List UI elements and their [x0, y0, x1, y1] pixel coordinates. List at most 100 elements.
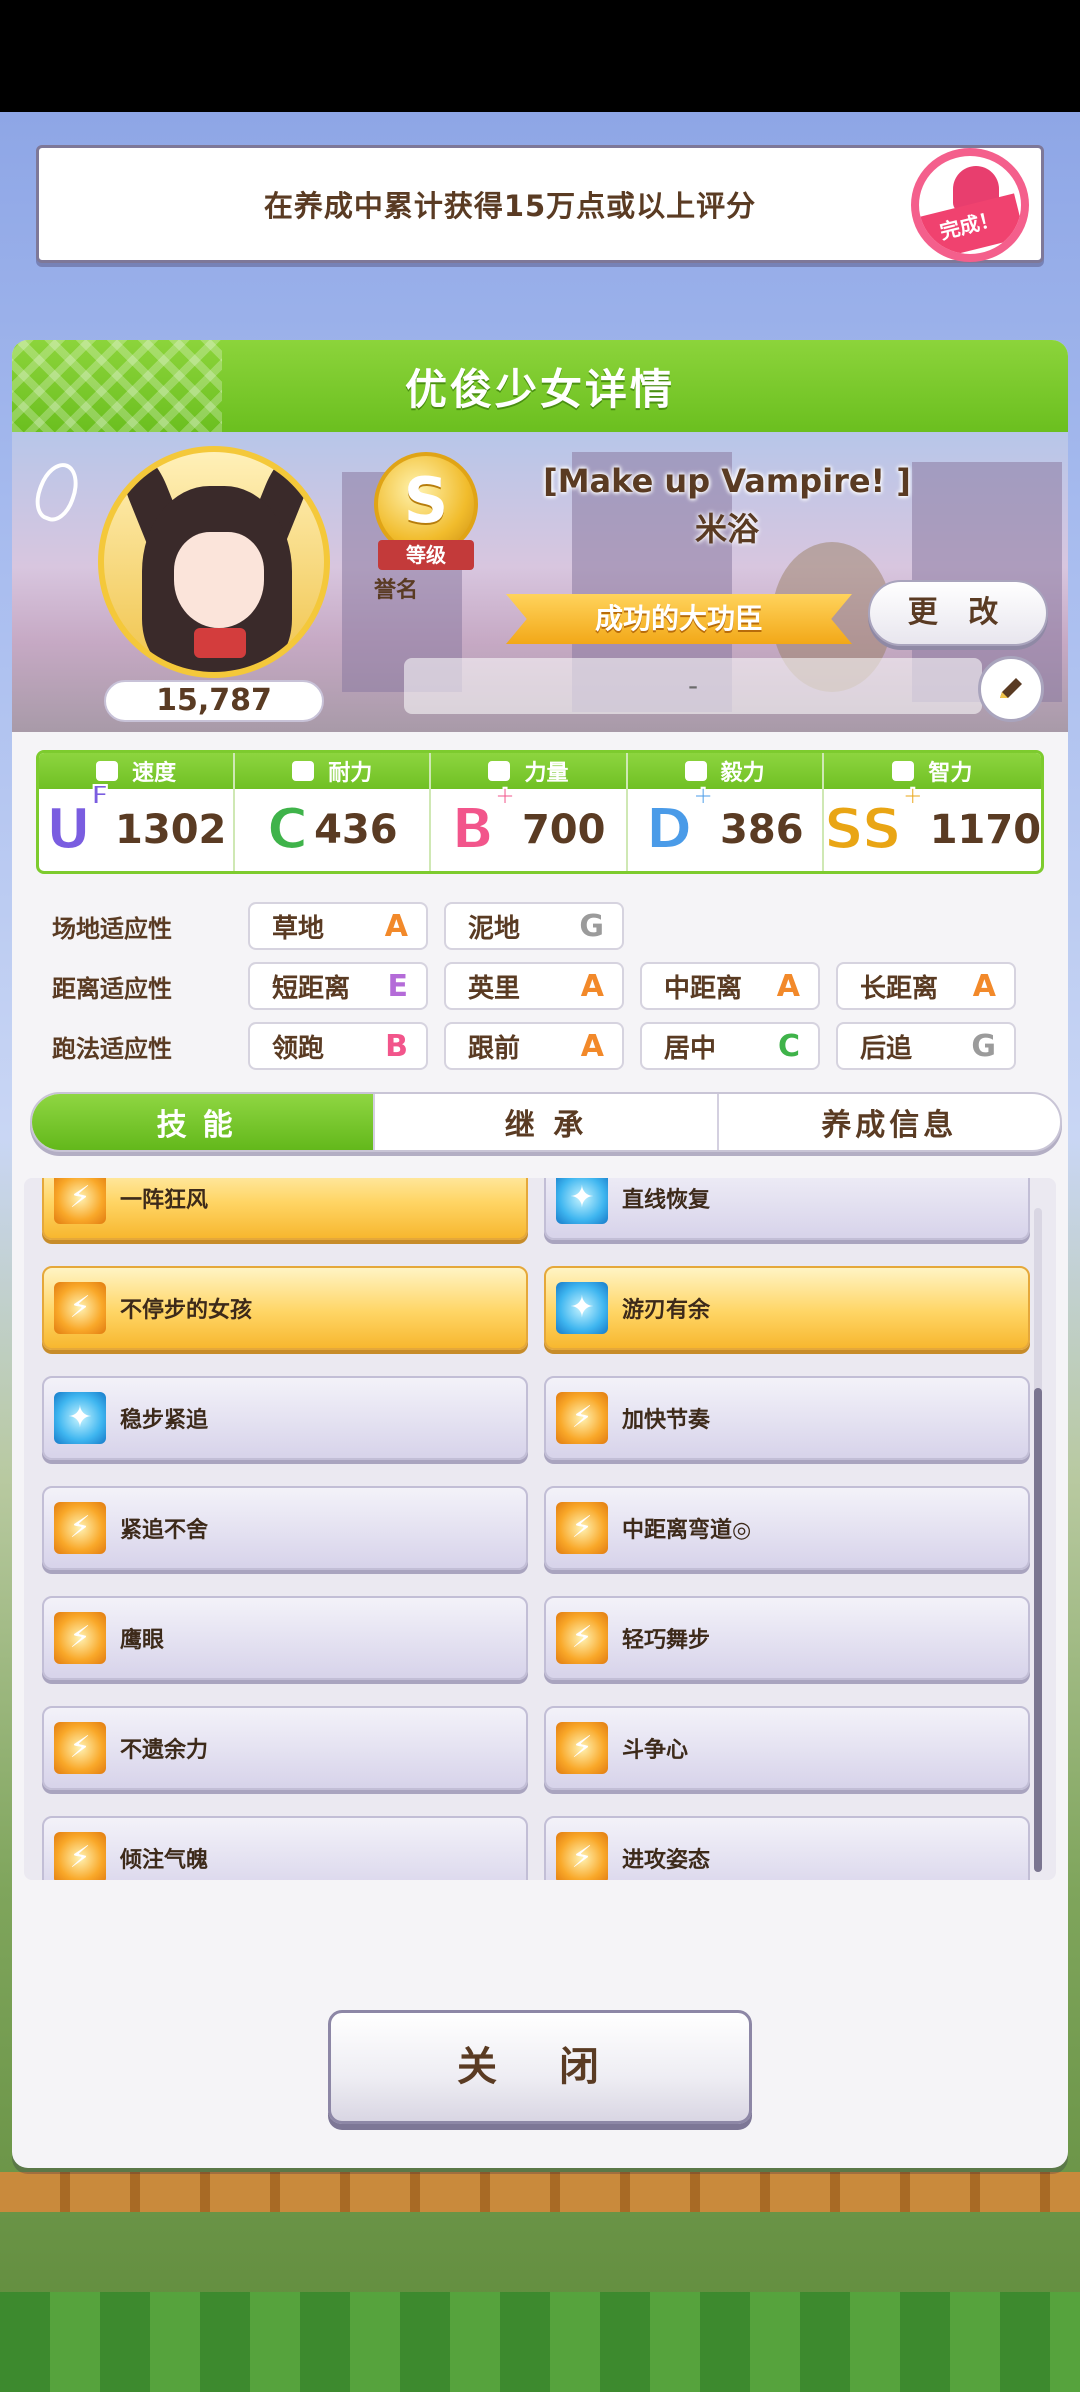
- aptitude-name: 后追: [860, 1033, 913, 1064]
- memo-field[interactable]: -: [404, 658, 982, 714]
- carrot-icon: [28, 457, 86, 527]
- stat-grade-letter: U: [45, 797, 93, 862]
- speed-skill-icon: ⚡: [556, 1502, 608, 1554]
- aptitude-grade: A: [580, 1028, 604, 1064]
- stamp-label: 完成！: [919, 193, 1021, 254]
- stat-grade: B+: [450, 782, 516, 858]
- evaluation-score: 15,787: [104, 680, 324, 722]
- aptitude-table: 场地适应性 草地 A 泥地 G 距离适应性 短距离 E 英里 A 中距离 A 长距离 A 跑法适应性 领跑 B 跟…: [52, 896, 1052, 1076]
- tab-skills[interactable]: 技能: [32, 1094, 376, 1150]
- aptitude-row-label: 距离适应性: [52, 974, 172, 1003]
- skill-name: 紧追不舍: [120, 1518, 209, 1543]
- skill-name: 不遗余力: [120, 1738, 209, 1763]
- stat-grade-letter: B: [450, 797, 495, 862]
- skill-item[interactable]: ⚡ 斗争心: [544, 1706, 1030, 1790]
- stat-grade-letter: C: [266, 797, 309, 862]
- aptitude-grade: E: [387, 968, 409, 1004]
- stat-column: 耐力 C 436: [235, 753, 432, 871]
- skill-list[interactable]: ⚡ 一阵狂风 ✦ 直线恢复 ⚡ 不停步的女孩 ✦ 游刃有余 ✦ 稳步紧追 ⚡ 加快节奏 ⚡ 紧追不舍 ⚡ 中距…: [24, 1178, 1056, 1880]
- skill-name: 轻巧舞步: [622, 1628, 711, 1653]
- stat-icon: [892, 761, 915, 781]
- skill-item[interactable]: ⚡ 中距离弯道◎: [544, 1486, 1030, 1570]
- speed-skill-icon: ⚡: [54, 1832, 106, 1880]
- skill-item[interactable]: ✦ 游刃有余: [544, 1266, 1030, 1350]
- aptitude-cell: 后追 G: [836, 1022, 1016, 1070]
- scrollbar-thumb[interactable]: [1034, 1388, 1042, 1872]
- speed-skill-icon: ⚡: [556, 1392, 608, 1444]
- recovery-skill-icon: ✦: [556, 1178, 608, 1224]
- aptitude-name: 泥地: [468, 913, 521, 944]
- tab-inheritance[interactable]: 继 承: [375, 1094, 719, 1150]
- stat-grade-suffix: +: [901, 781, 925, 812]
- recovery-skill-icon: ✦: [54, 1392, 106, 1444]
- aptitude-grade: C: [777, 1028, 800, 1064]
- aptitude-row-label: 场地适应性: [52, 914, 172, 943]
- aptitude-grade: A: [972, 968, 996, 1004]
- skill-name: 斗争心: [622, 1738, 689, 1763]
- dialog-title: 优俊少女详情: [404, 364, 675, 414]
- skill-item[interactable]: ⚡ 加快节奏: [544, 1376, 1030, 1460]
- edit-memo-button[interactable]: [978, 656, 1044, 722]
- speed-skill-icon: ⚡: [54, 1502, 106, 1554]
- epithet-ribbon: 成功的大功臣: [506, 594, 852, 644]
- skill-item[interactable]: ⚡ 一阵狂风: [42, 1178, 528, 1240]
- tab-training-info[interactable]: 养成信息: [719, 1094, 1060, 1150]
- skill-item[interactable]: ⚡ 进攻姿态: [544, 1816, 1030, 1880]
- skill-name: 不停步的女孩: [120, 1298, 253, 1323]
- skill-name: 进攻姿态: [622, 1848, 711, 1873]
- aptitude-grade: A: [776, 968, 800, 1004]
- aptitude-grade: B: [385, 1028, 408, 1064]
- pencil-icon: [1000, 678, 1022, 698]
- stat-value: 436: [314, 807, 398, 853]
- aptitude-name: 居中: [664, 1033, 717, 1064]
- stat-grade: SS+: [823, 782, 925, 858]
- skill-item[interactable]: ✦ 稳步紧追: [42, 1376, 528, 1460]
- speed-skill-icon: ⚡: [54, 1178, 106, 1224]
- stat-column: 毅力 D+ 386: [627, 753, 824, 871]
- character-avatar[interactable]: [98, 446, 330, 678]
- skill-scrollbar[interactable]: [1034, 1208, 1042, 1872]
- speed-skill-icon: ⚡: [54, 1612, 106, 1664]
- speed-skill-icon: ⚡: [54, 1722, 106, 1774]
- aptitude-grade: G: [579, 908, 604, 944]
- stat-grade-suffix: F: [90, 781, 110, 812]
- change-title-button[interactable]: 更 改: [868, 580, 1048, 646]
- detail-tabs: 技能继 承养成信息: [30, 1092, 1062, 1152]
- stat-grade-letter: SS: [823, 797, 903, 862]
- stat-icon: [488, 761, 511, 781]
- outfit-name: [Make up Vampire! ]: [543, 462, 911, 500]
- stat-label: 毅力: [720, 761, 765, 786]
- aptitude-row: 跑法适应性 领跑 B 跟前 A 居中 C 后追 G: [52, 1016, 1052, 1076]
- aptitude-grade: A: [384, 908, 408, 944]
- stat-body: B+ 700: [431, 782, 625, 871]
- speed-skill-icon: ⚡: [556, 1722, 608, 1774]
- aptitude-name: 跟前: [468, 1033, 521, 1064]
- stat-grade: C: [266, 801, 309, 859]
- skill-item[interactable]: ⚡ 紧追不舍: [42, 1486, 528, 1570]
- stat-icon: [684, 761, 707, 781]
- speed-skill-icon: ⚡: [54, 1282, 106, 1334]
- stat-header: 毅力: [627, 753, 822, 789]
- stat-value: 700: [521, 807, 606, 853]
- stat-body: UF 1302: [39, 782, 233, 871]
- stats-table: 速度 UF 1302 耐力 C 436 力量 B+ 700 毅力 D+ 386 智力 SS+ 1170: [36, 750, 1044, 874]
- aptitude-row: 距离适应性 短距离 E 英里 A 中距离 A 长距离 A: [52, 956, 1052, 1016]
- stat-grade: UF: [45, 782, 110, 858]
- skill-name: 直线恢复: [622, 1188, 711, 1213]
- aptitude-name: 草地: [272, 913, 325, 944]
- stat-label: 智力: [928, 761, 973, 786]
- stat-body: C 436: [235, 789, 429, 871]
- close-button[interactable]: 关 闭: [328, 2010, 752, 2124]
- skill-name: 加快节奏: [622, 1408, 711, 1433]
- skill-item[interactable]: ⚡ 不遗余力: [42, 1706, 528, 1790]
- skill-item[interactable]: ⚡ 不停步的女孩: [42, 1266, 528, 1350]
- skill-item[interactable]: ⚡ 倾注气魄: [42, 1816, 528, 1880]
- skill-item[interactable]: ⚡ 轻巧舞步: [544, 1596, 1030, 1680]
- aptitude-row: 场地适应性 草地 A 泥地 G: [52, 896, 1052, 956]
- aptitude-name: 领跑: [272, 1033, 325, 1064]
- skill-item[interactable]: ⚡ 鹰眼: [42, 1596, 528, 1680]
- skill-item[interactable]: ✦ 直线恢复: [544, 1178, 1030, 1240]
- stat-value: 1302: [115, 807, 227, 853]
- complete-stamp-icon: 完成！: [911, 148, 1029, 262]
- rank-label: 等级: [378, 540, 474, 570]
